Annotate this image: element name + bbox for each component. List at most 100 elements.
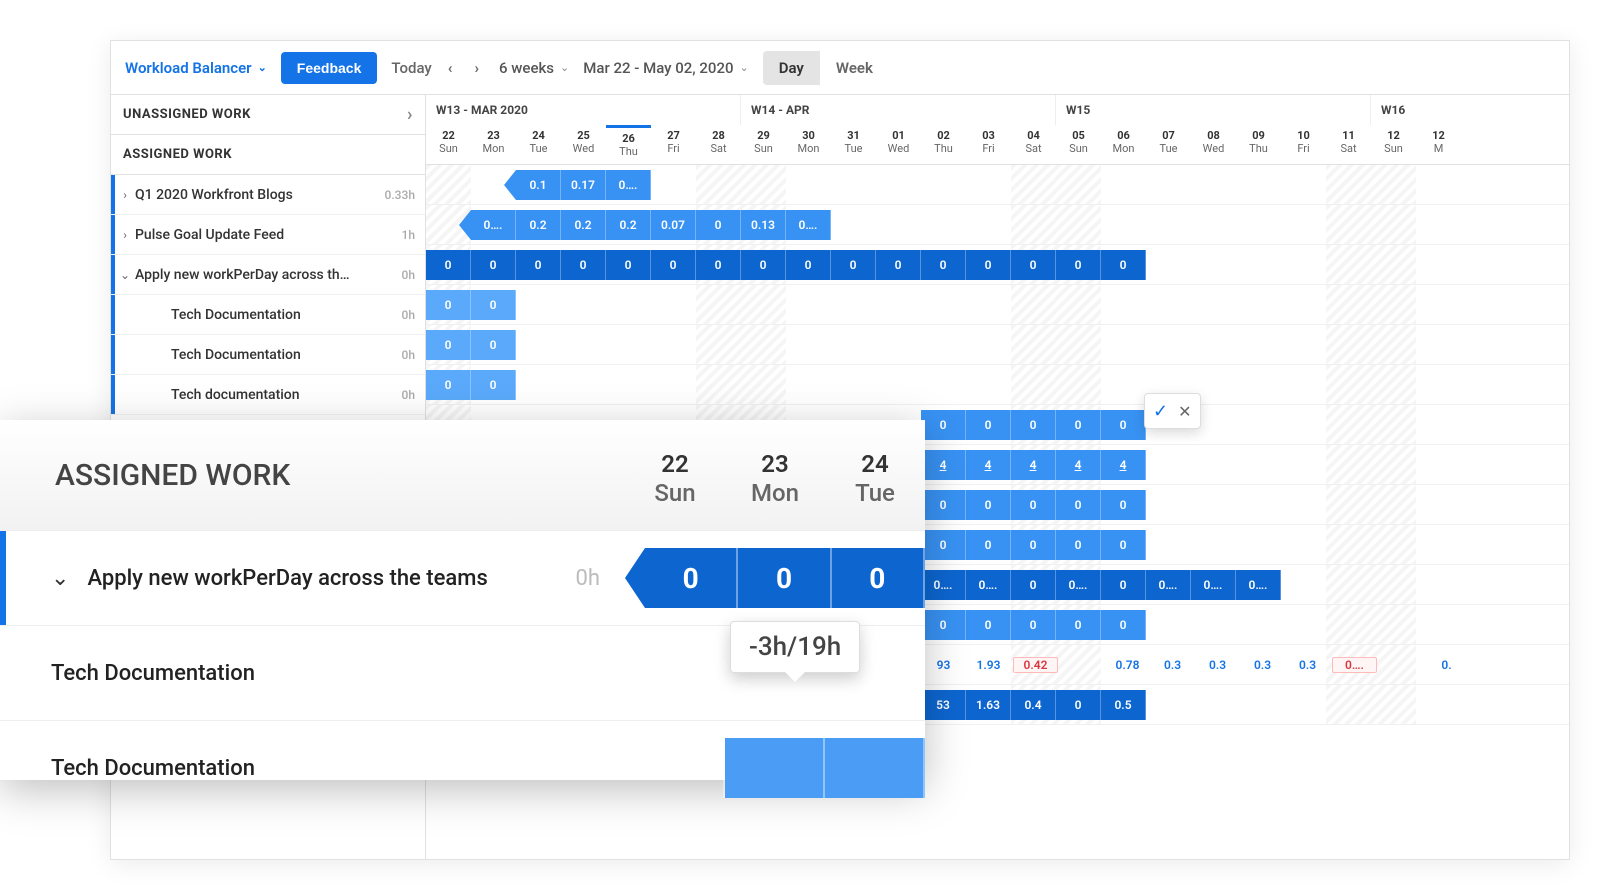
task-row[interactable]: ›Q1 2020 Workfront Blogs0.33h [111,175,425,215]
allocation-cell[interactable]: 4 [966,450,1011,480]
allocation-cell[interactable]: 0 [1011,410,1056,440]
allocation-cell[interactable]: 0 [1056,530,1101,560]
allocation-cell[interactable]: 0 [966,410,1011,440]
allocation-cell[interactable]: 0 [471,330,516,360]
allocation-cell[interactable]: 0.5 [1101,690,1146,720]
zoom-row-left[interactable]: Tech Documentation [0,626,625,720]
zoom-cell[interactable] [625,643,725,703]
zoom-cell[interactable] [725,738,825,798]
allocation-cell[interactable]: 0 [921,250,966,280]
zoom-cell[interactable] [625,738,725,798]
allocation-cell[interactable]: 0 [921,610,966,640]
allocation-cell[interactable]: 0 [1056,250,1101,280]
day-toggle[interactable]: Day [763,51,820,85]
allocation-cell[interactable]: 0 [966,610,1011,640]
allocation-cell[interactable]: 0.13 [741,210,786,240]
allocation-cell[interactable]: 0 [1101,530,1146,560]
allocation-cell[interactable]: 1.63 [966,690,1011,720]
next-button[interactable]: › [468,59,485,77]
expand-toggle[interactable]: › [115,228,135,242]
date-range-dropdown[interactable]: Mar 22 - May 02, 2020 ⌄ [583,59,748,77]
allocation-cell[interactable]: 4 [1011,450,1056,480]
allocation-cell[interactable]: 0 [1056,410,1101,440]
title-dropdown[interactable]: Workload Balancer ⌄ [125,59,267,77]
allocation-cell[interactable]: 0 [1056,690,1101,720]
feedback-button[interactable]: Feedback [281,52,378,84]
allocation-cell[interactable]: 0.2 [516,210,561,240]
allocation-cell[interactable]: 0 [516,250,561,280]
confirm-button[interactable]: ✓ [1153,401,1168,422]
allocation-cell[interactable]: 53 [921,690,966,720]
allocation-cell[interactable]: 0 [1101,610,1146,640]
allocation-cell[interactable]: 0 [1056,490,1101,520]
prev-button[interactable]: ‹ [442,59,459,77]
allocation-cell[interactable]: 0 [921,530,966,560]
allocation-cell[interactable]: 4 [1056,450,1101,480]
allocation-cell[interactable]: 0 [696,250,741,280]
allocation-cell[interactable]: 0…. [1146,570,1191,600]
allocation-cell[interactable]: 0 [966,250,1011,280]
task-row[interactable]: Tech Documentation0h [111,335,425,375]
allocation-cell[interactable]: 0.2 [561,210,606,240]
allocation-cell[interactable]: 0 [1101,490,1146,520]
chevron-down-icon[interactable]: ⌄ [51,566,69,591]
allocation-cell[interactable]: 0 [426,330,471,360]
allocation-cell[interactable]: 4 [921,450,966,480]
allocation-cell[interactable]: 0 [921,490,966,520]
allocation-cell[interactable]: 0 [1056,610,1101,640]
allocation-cell[interactable]: 0.2 [606,210,651,240]
assigned-section-header[interactable]: ASSIGNED WORK [111,135,425,175]
allocation-cell[interactable]: 0 [606,250,651,280]
allocation-cell[interactable]: 0 [426,290,471,320]
allocation-cell[interactable]: 0 [921,410,966,440]
allocation-cell[interactable]: 0 [426,250,471,280]
allocation-cell[interactable]: 0…. [786,210,831,240]
zoom-cell[interactable]: 0 [738,548,831,608]
allocation-cell[interactable]: 0…. [1191,570,1236,600]
task-row[interactable]: Tech Documentation0h [111,295,425,335]
allocation-cell[interactable]: 0 [1011,490,1056,520]
unassigned-section-header[interactable]: UNASSIGNED WORK › [111,95,425,135]
week-toggle[interactable]: Week [820,51,889,85]
allocation-cell[interactable]: 0…. [1056,570,1101,600]
zoom-cell[interactable]: 0 [832,548,925,608]
allocation-cell[interactable]: 0…. [921,570,966,600]
allocation-cell[interactable]: 0 [1011,530,1056,560]
allocation-cell[interactable]: 0…. [606,170,651,200]
allocation-cell[interactable]: 0 [471,370,516,400]
zoom-cell[interactable]: 0 [645,548,738,608]
allocation-cell[interactable]: 4 [1101,450,1146,480]
expand-toggle[interactable]: ⌄ [115,268,135,282]
allocation-cell[interactable]: 0 [1101,250,1146,280]
allocation-cell[interactable]: 0 [471,250,516,280]
allocation-cell[interactable]: 0.17 [561,170,606,200]
zoom-cell[interactable] [825,738,925,798]
cancel-button[interactable]: ✕ [1178,402,1191,421]
zoom-row-left[interactable]: Tech Documentation [0,721,625,815]
expand-toggle[interactable]: › [115,188,135,202]
today-button[interactable]: Today [391,59,431,77]
allocation-cell[interactable]: 0 [651,250,696,280]
task-row[interactable]: ⌄Apply new workPerDay across th…0h [111,255,425,295]
allocation-cell[interactable]: 0 [471,290,516,320]
allocation-cell[interactable]: 0 [786,250,831,280]
allocation-cell[interactable]: 0 [876,250,921,280]
allocation-cell[interactable]: 0 [1011,570,1056,600]
allocation-cell[interactable]: 0 [1011,250,1056,280]
allocation-cell[interactable]: 0 [966,530,1011,560]
task-row[interactable]: ›Pulse Goal Update Feed1h [111,215,425,255]
allocation-cell[interactable]: 0 [966,490,1011,520]
allocation-cell[interactable]: 0 [1101,410,1146,440]
allocation-cell[interactable]: 0.07 [651,210,696,240]
allocation-cell[interactable]: 0 [1011,610,1056,640]
allocation-cell[interactable]: 0…. [1236,570,1281,600]
allocation-cell[interactable]: 0 [1101,570,1146,600]
range-dropdown[interactable]: 6 weeks ⌄ [499,59,569,77]
allocation-cell[interactable]: 0.1 [516,170,561,200]
allocation-cell[interactable]: 0 [831,250,876,280]
task-row[interactable]: Tech documentation0h [111,375,425,415]
zoom-row-left[interactable]: ⌄Apply new workPerDay across the teams0h [0,531,625,625]
allocation-cell[interactable]: 0…. [471,210,516,240]
allocation-cell[interactable]: 0 [696,210,741,240]
allocation-cell[interactable]: 0.4 [1011,690,1056,720]
